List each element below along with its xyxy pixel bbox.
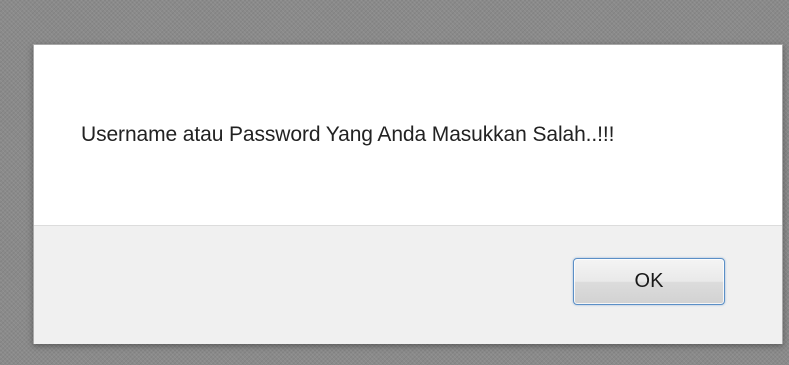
ok-button[interactable]: OK (573, 258, 725, 305)
alert-message: Username atau Password Yang Anda Masukka… (81, 123, 615, 146)
alert-dialog: Username atau Password Yang Anda Masukka… (33, 44, 783, 344)
dialog-footer: OK (34, 225, 782, 344)
dialog-body: Username atau Password Yang Anda Masukka… (34, 45, 782, 225)
